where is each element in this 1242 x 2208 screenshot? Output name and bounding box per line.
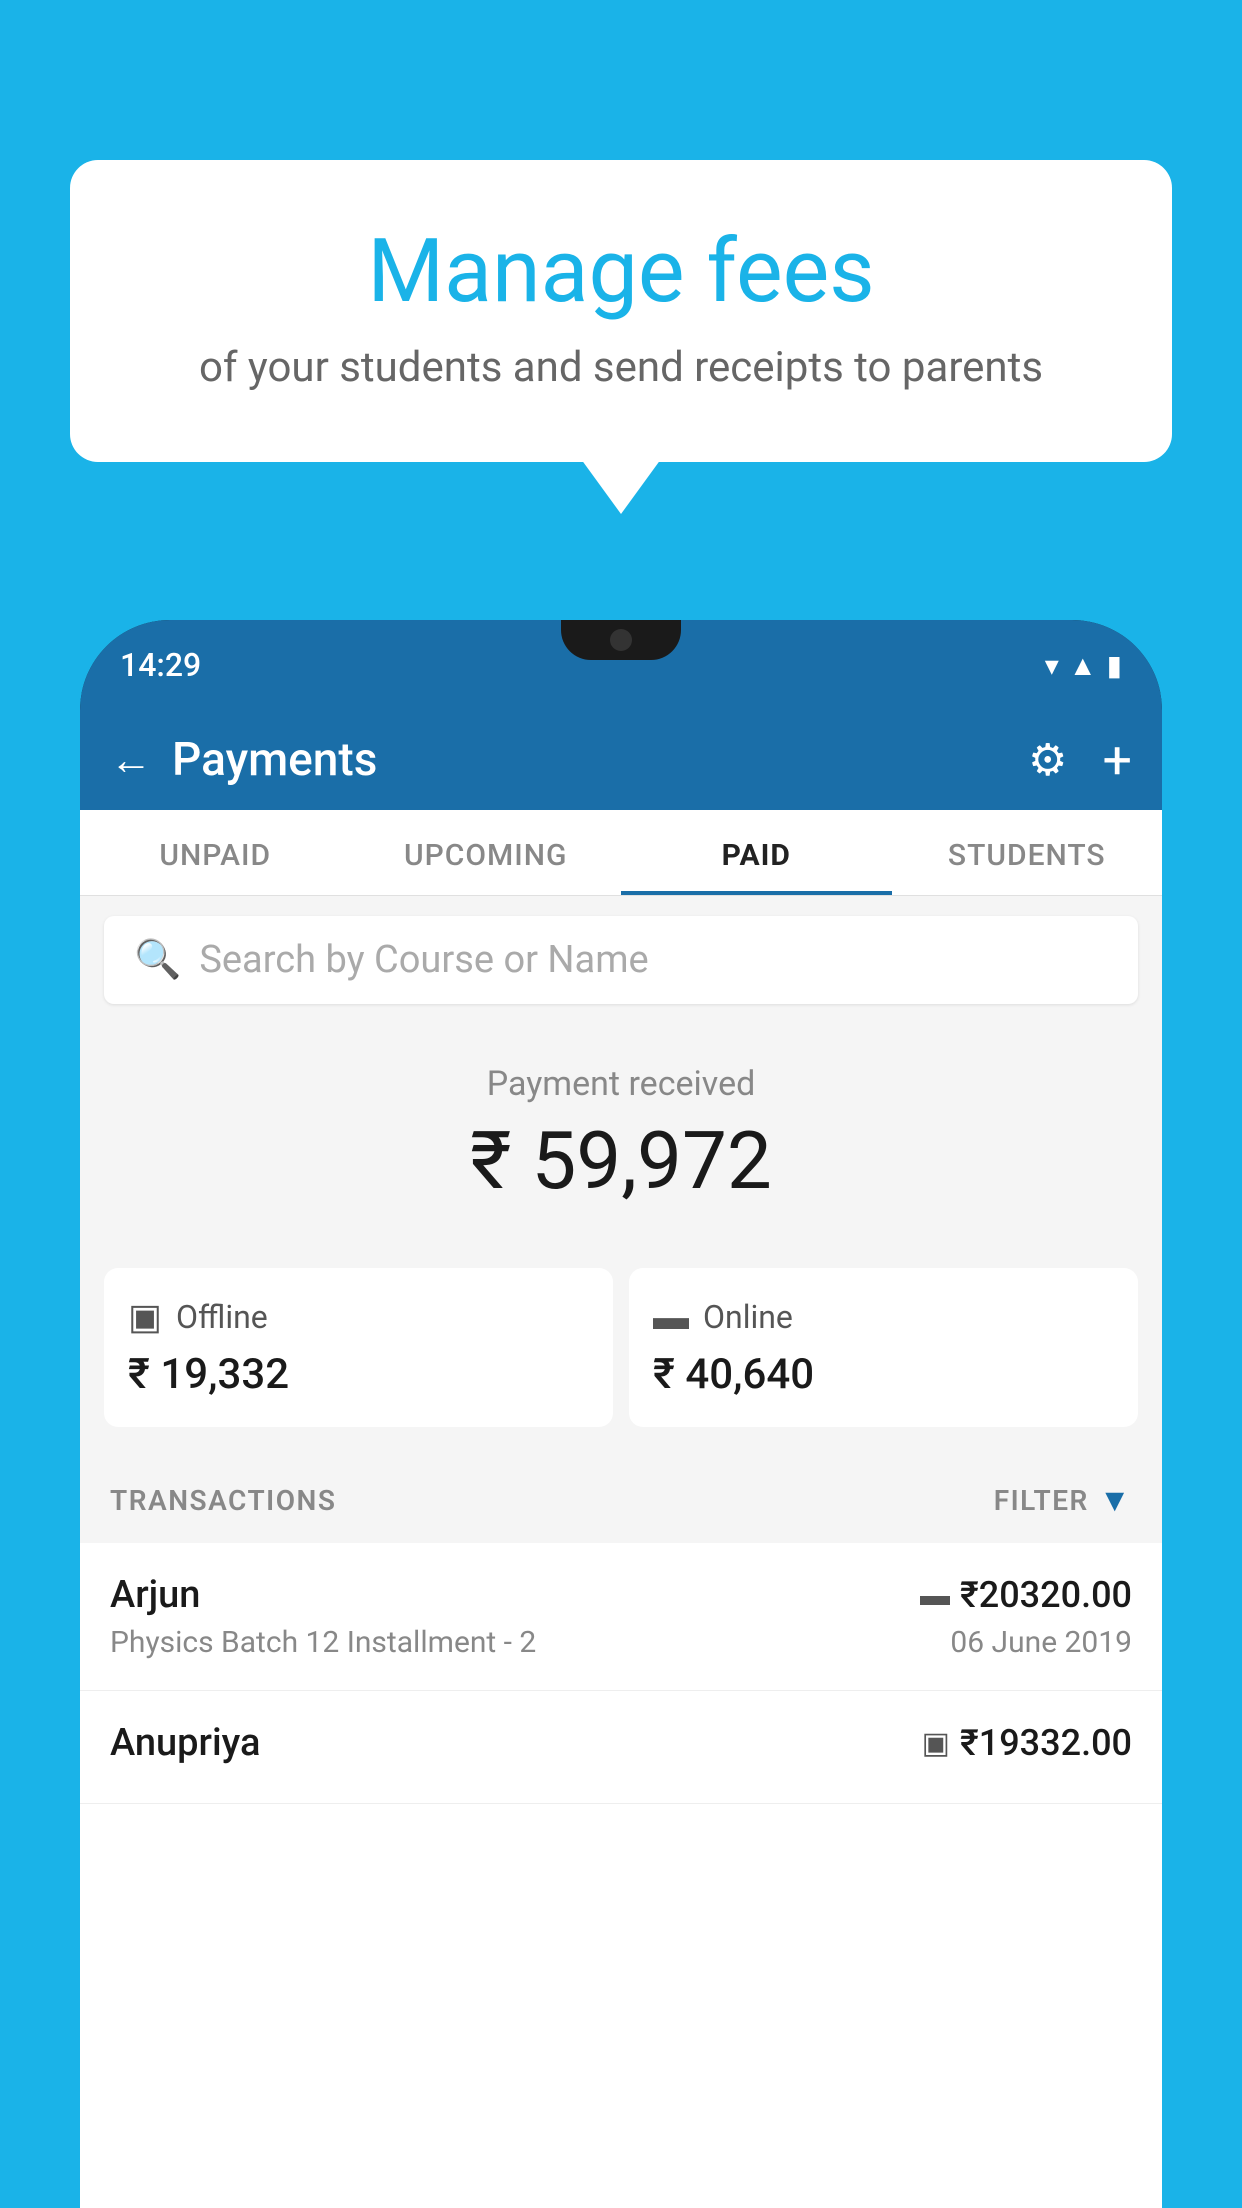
transaction-amount-wrap: ▬ ₹20320.00: [920, 1574, 1132, 1616]
back-button[interactable]: ←: [110, 736, 152, 785]
transaction-name: Arjun: [110, 1573, 200, 1617]
bubble-title: Manage fees: [120, 220, 1122, 323]
notch-camera: [610, 629, 632, 651]
transaction-course: Physics Batch 12 Installment - 2: [110, 1625, 536, 1660]
payment-received-amount: ₹ 59,972: [104, 1114, 1138, 1208]
tab-upcoming[interactable]: UPCOMING: [351, 810, 622, 895]
offline-amount: ₹ 19,332: [128, 1350, 589, 1399]
online-icon: ▬: [653, 1296, 689, 1338]
transaction-details: Physics Batch 12 Installment - 2 06 June…: [110, 1625, 1132, 1660]
phone-content: UNPAID UPCOMING PAID STUDENTS 🔍 Search b…: [80, 810, 1162, 2208]
offline-icon: ▣: [128, 1296, 162, 1338]
transaction-row[interactable]: Arjun ▬ ₹20320.00 Physics Batch 12 Insta…: [80, 1543, 1162, 1691]
tab-bar: UNPAID UPCOMING PAID STUDENTS: [80, 810, 1162, 896]
status-icons: ▾ ▲ ▮: [1045, 649, 1122, 682]
transaction-row[interactable]: Anupriya ▣ ₹19332.00: [80, 1691, 1162, 1804]
transaction-amount-wrap: ▣ ₹19332.00: [922, 1722, 1132, 1764]
filter-label: FILTER: [994, 1484, 1089, 1517]
payment-type-icon: ▣: [922, 1726, 950, 1761]
transactions-header: TRANSACTIONS FILTER ▼: [80, 1457, 1162, 1543]
transaction-date: 06 June 2019: [950, 1625, 1132, 1660]
search-bar[interactable]: 🔍 Search by Course or Name: [104, 916, 1138, 1004]
speech-bubble: Manage fees of your students and send re…: [70, 160, 1172, 462]
bubble-subtitle: of your students and send receipts to pa…: [120, 343, 1122, 392]
online-amount: ₹ 40,640: [653, 1350, 1114, 1399]
search-container: 🔍 Search by Course or Name: [80, 896, 1162, 1024]
page-title: Payments: [172, 733, 1008, 787]
payment-cards: ▣ Offline ₹ 19,332 ▬ Online ₹ 40,640: [80, 1268, 1162, 1457]
app-header: ← Payments ⚙ +: [80, 710, 1162, 810]
tab-students[interactable]: STUDENTS: [892, 810, 1163, 895]
payment-received-section: Payment received ₹ 59,972: [80, 1024, 1162, 1268]
status-time: 14:29: [120, 646, 201, 684]
status-bar: 14:29 ▾ ▲ ▮: [80, 620, 1162, 710]
payment-received-label: Payment received: [104, 1064, 1138, 1104]
filter-icon: ▼: [1099, 1481, 1132, 1519]
online-payment-card: ▬ Online ₹ 40,640: [629, 1268, 1138, 1427]
tab-unpaid[interactable]: UNPAID: [80, 810, 351, 895]
offline-label: Offline: [176, 1298, 268, 1336]
transaction-name: Anupriya: [110, 1721, 260, 1765]
gear-icon[interactable]: ⚙: [1028, 734, 1067, 786]
search-icon: 🔍: [134, 938, 181, 982]
online-label: Online: [703, 1298, 793, 1336]
battery-icon: ▮: [1107, 649, 1122, 682]
notch: [561, 620, 681, 660]
signal-icon: ▲: [1069, 649, 1097, 682]
tab-paid[interactable]: PAID: [621, 810, 892, 895]
transaction-amount: ₹19332.00: [960, 1722, 1132, 1764]
add-button[interactable]: +: [1102, 730, 1132, 791]
offline-payment-card: ▣ Offline ₹ 19,332: [104, 1268, 613, 1427]
filter-button[interactable]: FILTER ▼: [994, 1481, 1132, 1519]
transaction-amount: ₹20320.00: [960, 1574, 1132, 1616]
payment-type-icon: ▬: [920, 1578, 950, 1613]
wifi-icon: ▾: [1045, 649, 1059, 682]
phone-frame: 14:29 ▾ ▲ ▮ ← Payments ⚙ + UNPAID UPCOMI…: [80, 620, 1162, 2208]
transactions-label: TRANSACTIONS: [110, 1484, 336, 1517]
search-input[interactable]: Search by Course or Name: [199, 938, 648, 982]
